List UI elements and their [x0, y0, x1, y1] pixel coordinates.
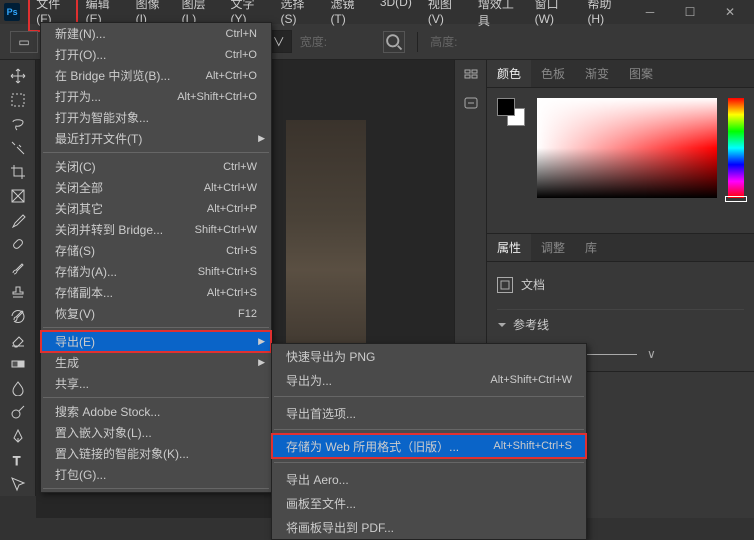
blur-tool[interactable] [0, 376, 36, 400]
file-menu-popup: 新建(N)...Ctrl+N 打开(O)...Ctrl+O 在 Bridge 中… [40, 22, 272, 493]
frame-tool[interactable] [0, 184, 36, 208]
menu-close[interactable]: 关闭(C)Ctrl+W [41, 156, 271, 177]
tab-swatches[interactable]: 色板 [531, 60, 575, 87]
tab-properties[interactable]: 属性 [487, 234, 531, 261]
menu-window[interactable]: 窗口(W) [527, 0, 580, 32]
menu-share[interactable]: 共享... [41, 373, 271, 394]
color-panel [487, 88, 754, 233]
menu-place-linked[interactable]: 置入链接的智能对象(K)... [41, 443, 271, 464]
menu-revert: 恢复(V)F12 [41, 303, 271, 324]
path-tool[interactable] [0, 472, 36, 496]
tool-preset-icon[interactable]: ▭ [10, 31, 38, 53]
submenu-quick-export[interactable]: 快速导出为 PNG [272, 344, 586, 368]
tab-adjustments[interactable]: 调整 [531, 234, 575, 261]
tab-libraries[interactable]: 库 [575, 234, 607, 261]
type-tool[interactable]: T [0, 448, 36, 472]
pen-tool[interactable] [0, 424, 36, 448]
menu-help[interactable]: 帮助(H) [579, 0, 630, 32]
menu-export[interactable]: 导出(E)▶ [41, 331, 271, 352]
menu-close-all[interactable]: 关闭全部Alt+Ctrl+W [41, 177, 271, 198]
menu-filter[interactable]: 滤镜(T) [322, 0, 371, 32]
eyedropper-tool[interactable] [0, 208, 36, 232]
doc-label: 文档 [521, 276, 545, 293]
history-brush-tool[interactable] [0, 304, 36, 328]
app-logo: Ps [4, 3, 20, 21]
submenu-export-prefs[interactable]: 导出首选项... [272, 401, 586, 425]
fg-bg-swatch[interactable] [497, 98, 525, 126]
props-panel-tabs: 属性 调整 库 [487, 234, 754, 262]
tab-gradients[interactable]: 渐变 [575, 60, 619, 87]
submenu-artboards-files[interactable]: 画板至文件... [272, 491, 586, 515]
tab-patterns[interactable]: 图案 [619, 60, 663, 87]
menu-open-smart[interactable]: 打开为智能对象... [41, 107, 271, 128]
tools-panel: T [0, 60, 36, 496]
panel-icon-2[interactable] [463, 95, 479, 114]
menu-save: 存储(S)Ctrl+S [41, 240, 271, 261]
menu-open[interactable]: 打开(O)...Ctrl+O [41, 44, 271, 65]
color-panel-tabs: 颜色 色板 渐变 图案 [487, 60, 754, 88]
menu-close-bridge[interactable]: 关闭并转到 Bridge...Shift+Ctrl+W [41, 219, 271, 240]
guide-style-dropdown[interactable]: ∨ [647, 347, 656, 361]
dodge-tool[interactable] [0, 400, 36, 424]
hue-cursor[interactable] [725, 196, 747, 202]
stamp-tool[interactable] [0, 280, 36, 304]
menu-plugins[interactable]: 增效工具 [470, 0, 527, 32]
menu-save-as[interactable]: 存储为(A)...Shift+Ctrl+S [41, 261, 271, 282]
menu-generate[interactable]: 生成▶ [41, 352, 271, 373]
submenu-artboards-pdf[interactable]: 将画板导出到 PDF... [272, 515, 586, 539]
menu-package: 打包(G)... [41, 464, 271, 485]
panel-icon-1[interactable] [463, 66, 479, 85]
svg-text:T: T [13, 454, 21, 468]
gradient-tool[interactable] [0, 352, 36, 376]
heal-tool[interactable] [0, 232, 36, 256]
menu-recent[interactable]: 最近打开文件(T)▶ [41, 128, 271, 149]
menu-save-copy[interactable]: 存储副本...Alt+Ctrl+S [41, 282, 271, 303]
height-label: 高度: [430, 33, 457, 50]
submenu-export-aero[interactable]: 导出 Aero... [272, 467, 586, 491]
menu-new[interactable]: 新建(N)...Ctrl+N [41, 23, 271, 44]
menu-3d[interactable]: 3D(D) [372, 0, 420, 32]
marquee-tool[interactable] [0, 88, 36, 112]
search-icon[interactable] [383, 31, 405, 53]
maximize-button[interactable]: ☐ [670, 0, 710, 24]
close-button[interactable]: ✕ [710, 0, 750, 24]
width-label: 宽度: [300, 33, 327, 50]
submenu-save-for-web[interactable]: 存储为 Web 所用格式（旧版）...Alt+Shift+Ctrl+S [272, 434, 586, 458]
document-preview [286, 120, 366, 370]
crop-tool[interactable] [0, 160, 36, 184]
color-spectrum[interactable] [537, 98, 717, 198]
export-submenu: 快速导出为 PNG 导出为...Alt+Shift+Ctrl+W 导出首选项..… [271, 343, 587, 540]
menu-place-embed[interactable]: 置入嵌入对象(L)... [41, 422, 271, 443]
guides-label: 参考线 [513, 316, 549, 333]
menu-open-as[interactable]: 打开为...Alt+Shift+Ctrl+O [41, 86, 271, 107]
chevron-down-icon[interactable] [497, 320, 507, 330]
document-icon [497, 277, 513, 293]
menu-adobe-stock[interactable]: 搜索 Adobe Stock... [41, 401, 271, 422]
lasso-tool[interactable] [0, 112, 36, 136]
wand-tool[interactable] [0, 136, 36, 160]
brush-tool[interactable] [0, 256, 36, 280]
minimize-button[interactable]: ─ [630, 0, 670, 24]
move-tool[interactable] [0, 64, 36, 88]
submenu-export-as[interactable]: 导出为...Alt+Shift+Ctrl+W [272, 368, 586, 392]
menu-view[interactable]: 视图(V) [420, 0, 470, 32]
hue-bar[interactable] [728, 98, 744, 198]
menu-select[interactable]: 选择(S) [272, 0, 322, 32]
eraser-tool[interactable] [0, 328, 36, 352]
menu-close-other: 关闭其它Alt+Ctrl+P [41, 198, 271, 219]
tab-color[interactable]: 颜色 [487, 60, 531, 87]
menu-browse-bridge[interactable]: 在 Bridge 中浏览(B)...Alt+Ctrl+O [41, 65, 271, 86]
